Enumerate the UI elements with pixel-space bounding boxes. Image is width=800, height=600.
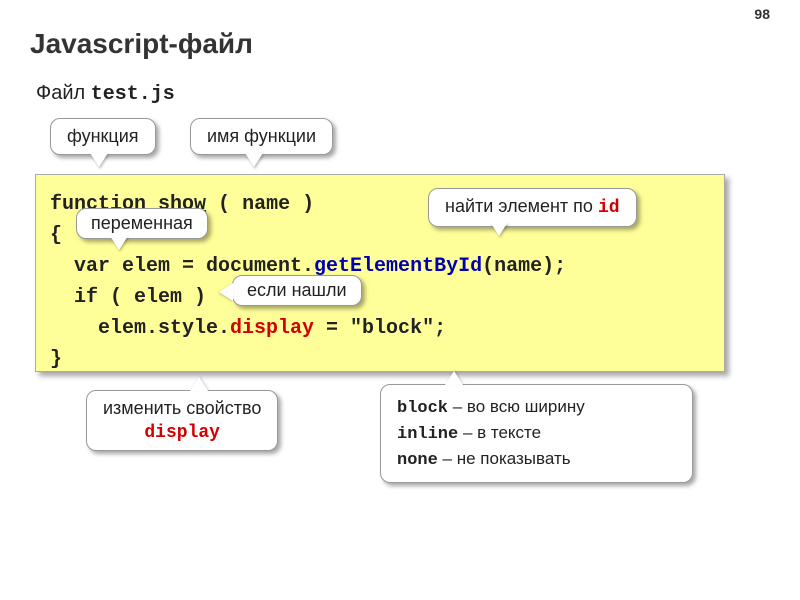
callout-id-keyword: id	[598, 198, 620, 218]
callout-text: найти элемент по	[445, 196, 598, 216]
value-inline-desc: – в тексте	[458, 423, 541, 442]
code-text: (name);	[482, 255, 566, 278]
code-text: )	[290, 193, 314, 216]
callout-if-found: если нашли	[232, 275, 362, 306]
code-text: = "block";	[314, 317, 446, 340]
code-text: }	[50, 348, 62, 371]
page-number: 98	[754, 6, 770, 22]
tail-icon	[90, 153, 108, 167]
code-text: if ( elem )	[50, 286, 206, 309]
value-inline: inline	[397, 425, 458, 444]
subtitle: Файл test.js	[36, 82, 175, 106]
tail-icon	[490, 222, 508, 236]
subtitle-filename: test.js	[91, 83, 175, 106]
callout-variable: переменная	[76, 208, 208, 239]
code-prop: display	[230, 317, 314, 340]
tail-icon	[110, 236, 128, 250]
code-text: (	[206, 193, 242, 216]
value-block-desc: – во всю ширину	[448, 397, 585, 416]
tail-icon	[445, 371, 463, 385]
callout-text-line1: изменить свойство	[103, 398, 261, 418]
callout-change-display: изменить свойство display	[86, 390, 278, 451]
callout-function-name: имя функции	[190, 118, 333, 155]
code-text: {	[50, 224, 62, 247]
callout-function-keyword: функция	[50, 118, 156, 155]
callout-display-values: block – во всю ширину inline – в тексте …	[380, 384, 693, 483]
callout-display-keyword: display	[144, 423, 220, 443]
subtitle-prefix: Файл	[36, 82, 91, 104]
value-block: block	[397, 399, 448, 418]
tail-icon	[190, 377, 208, 391]
callout-find-by-id: найти элемент по id	[428, 188, 637, 227]
value-none-desc: – не показывать	[438, 449, 571, 468]
code-param: name	[242, 193, 290, 216]
tail-icon	[245, 153, 263, 167]
slide-title: Javascript-файл	[30, 28, 253, 60]
tail-icon	[219, 283, 233, 301]
value-none: none	[397, 451, 438, 470]
code-text: elem.style.	[50, 317, 230, 340]
